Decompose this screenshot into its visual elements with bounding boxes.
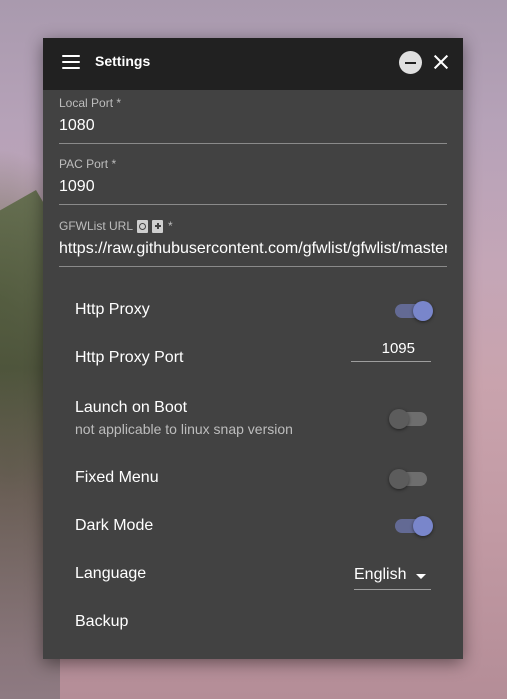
http-proxy-label: Http Proxy [75, 301, 150, 318]
language-value: English [354, 566, 407, 583]
refresh-file-icon[interactable] [137, 219, 149, 233]
local-port-input[interactable]: 1080 [59, 115, 447, 137]
close-button[interactable] [431, 52, 451, 72]
language-select[interactable]: English [354, 564, 431, 590]
chevron-down-icon [416, 574, 426, 579]
fixed-menu-row: Fixed Menu [75, 469, 431, 487]
title-bar: Settings [43, 38, 463, 90]
launch-on-boot-row: Launch on Boot not applicable to linux s… [75, 399, 431, 437]
http-proxy-toggle[interactable] [393, 301, 433, 321]
pac-port-label: PAC Port * [59, 157, 117, 171]
dark-mode-label: Dark Mode [75, 517, 154, 534]
pac-port-field[interactable]: PAC Port * 1090 [59, 156, 447, 205]
launch-on-boot-note: not applicable to linux snap version [75, 421, 293, 437]
local-port-field[interactable]: Local Port * 1080 [59, 95, 447, 144]
add-file-icon[interactable] [152, 219, 164, 233]
launch-on-boot-label: Launch on Boot [75, 399, 188, 416]
pac-port-input[interactable]: 1090 [59, 176, 447, 198]
backup-row[interactable]: Backup [75, 613, 431, 631]
gfwlist-url-input[interactable]: https://raw.githubusercontent.com/gfwlis… [59, 238, 447, 260]
local-port-label: Local Port * [59, 96, 122, 110]
backup-label: Backup [75, 613, 129, 630]
gfwlist-url-label: GFWList URL [59, 219, 134, 233]
required-asterisk: * [168, 219, 173, 233]
http-proxy-port-input[interactable]: 1095 [351, 338, 431, 362]
launch-on-boot-toggle[interactable] [389, 409, 429, 429]
settings-window: Settings Local Port * 1080 PAC Port * 10… [43, 38, 463, 659]
menu-icon[interactable] [62, 55, 80, 69]
dark-mode-toggle[interactable] [393, 516, 433, 536]
window-title: Settings [95, 53, 151, 69]
http-proxy-row: Http Proxy [75, 301, 431, 319]
fixed-menu-label: Fixed Menu [75, 469, 159, 486]
dark-mode-row: Dark Mode [75, 517, 431, 535]
fixed-menu-toggle[interactable] [389, 469, 429, 489]
minimize-button[interactable] [399, 51, 422, 74]
gfwlist-url-field[interactable]: GFWList URL * https://raw.githubusercont… [59, 218, 447, 267]
